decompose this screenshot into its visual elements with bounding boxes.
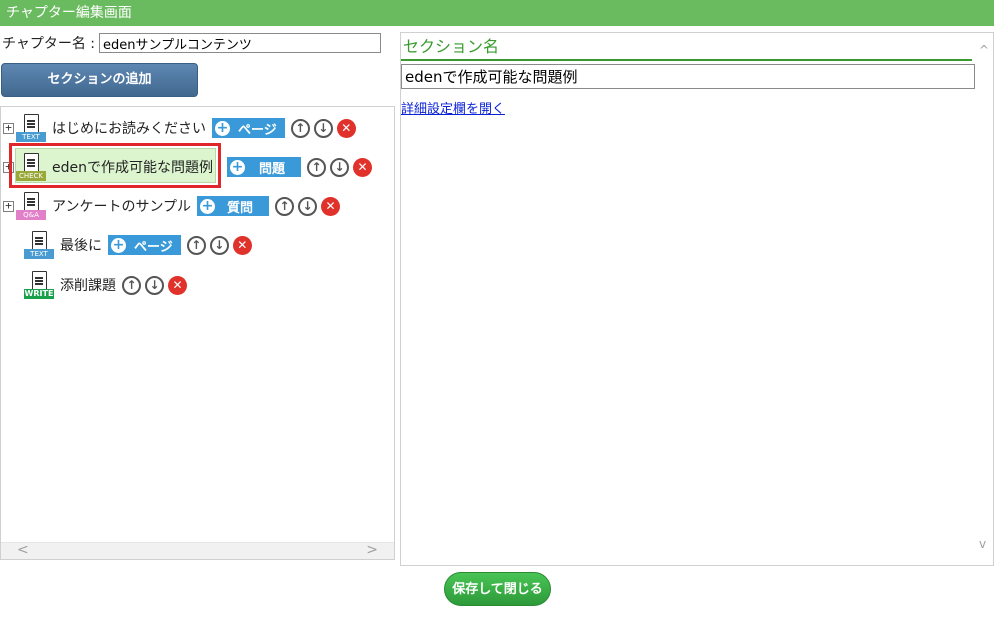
expand-icon[interactable]: + xyxy=(3,200,14,212)
move-up-icon[interactable]: ↑ xyxy=(122,275,141,295)
icon-tag: TEXT xyxy=(24,249,54,259)
text-doc-icon: TEXT xyxy=(24,231,54,259)
add-page-button[interactable]: + ページ xyxy=(108,235,181,255)
write-doc-icon: WRITE xyxy=(24,271,54,299)
add-button-label: ページ xyxy=(134,239,173,255)
icon-tag: CHECK xyxy=(16,171,46,181)
tree-item-label[interactable]: 添削課題 xyxy=(60,275,116,295)
qa-doc-icon: Q&A xyxy=(16,192,46,220)
tree-item-label[interactable]: アンケートのサンプル xyxy=(52,196,191,216)
icon-tag: WRITE xyxy=(24,289,54,299)
section-name-input[interactable] xyxy=(401,64,975,89)
scroll-up-icon[interactable]: ^ xyxy=(979,43,989,57)
delete-icon[interactable]: ✕ xyxy=(321,196,341,216)
move-up-icon[interactable]: ↑ xyxy=(307,157,327,177)
tree-item: WRITE 添削課題 ↑ ↓ ✕ xyxy=(24,270,187,300)
add-question-button[interactable]: + 問題 xyxy=(227,157,302,177)
add-button-label: 質問 xyxy=(227,200,254,216)
move-up-icon[interactable]: ↑ xyxy=(186,235,206,255)
tree-item-selected: + CHECK edenで作成可能な問題例 + 問題 ↑ ↓ ✕ xyxy=(3,152,373,182)
move-down-icon[interactable]: ↓ xyxy=(313,118,333,138)
vertical-scrollbar[interactable]: ^ v xyxy=(976,33,993,565)
tree-item-label[interactable]: はじめにお読みください xyxy=(52,118,206,138)
tree-item: + Q&A アンケートのサンプル + 質問 ↑ ↓ ✕ xyxy=(3,191,341,221)
section-detail-panel: セクション名 詳細設定欄を開く ^ v xyxy=(400,32,994,566)
tree-item: TEXT 最後に + ページ ↑ ↓ ✕ xyxy=(24,230,252,260)
chapter-name-label: チャプター名 : xyxy=(2,36,96,52)
scroll-right-icon[interactable]: > xyxy=(366,542,378,558)
move-up-icon[interactable]: ↑ xyxy=(275,196,295,216)
plus-icon: + xyxy=(111,236,126,253)
plus-icon: + xyxy=(200,197,216,214)
plus-icon: + xyxy=(230,158,245,175)
scroll-left-icon[interactable]: < xyxy=(17,542,29,558)
add-section-button[interactable]: セクションの追加 xyxy=(1,63,198,97)
move-down-icon[interactable]: ↓ xyxy=(330,157,350,177)
icon-tag: Q&A xyxy=(16,210,46,220)
add-page-button[interactable]: + ページ xyxy=(212,118,285,138)
text-doc-icon: TEXT xyxy=(16,114,46,142)
expand-icon[interactable]: + xyxy=(3,161,14,173)
move-down-icon[interactable]: ↓ xyxy=(298,196,318,216)
save-and-close-button[interactable]: 保存して閉じる xyxy=(444,572,551,606)
horizontal-scrollbar[interactable]: < > xyxy=(1,542,394,559)
scroll-down-icon[interactable]: v xyxy=(979,537,986,551)
tree-item-label[interactable]: edenで作成可能な問題例 xyxy=(52,157,213,177)
delete-icon[interactable]: ✕ xyxy=(168,275,187,295)
move-up-icon[interactable]: ↑ xyxy=(290,118,310,138)
tree-item-label[interactable]: 最後に xyxy=(60,235,102,255)
tree-item: + TEXT はじめにお読みください + ページ ↑ ↓ ✕ xyxy=(3,113,356,143)
open-details-link[interactable]: 詳細設定欄を開く xyxy=(401,98,505,117)
add-button-label: ページ xyxy=(238,122,277,138)
plus-icon: + xyxy=(215,119,230,136)
delete-icon[interactable]: ✕ xyxy=(232,235,252,255)
delete-icon[interactable]: ✕ xyxy=(353,157,373,177)
move-down-icon[interactable]: ↓ xyxy=(209,235,229,255)
add-question-button[interactable]: + 質問 xyxy=(197,196,270,216)
check-doc-icon: CHECK xyxy=(16,153,46,181)
chapter-name-row: チャプター名 : xyxy=(2,32,382,54)
section-heading: セクション名 xyxy=(401,35,972,61)
expand-icon[interactable]: + xyxy=(3,122,14,134)
delete-icon[interactable]: ✕ xyxy=(336,118,356,138)
window-title: チャプター編集画面 xyxy=(0,0,994,26)
chapter-name-input[interactable] xyxy=(99,33,382,53)
move-down-icon[interactable]: ↓ xyxy=(145,275,164,295)
add-button-label: 問題 xyxy=(259,161,286,177)
icon-tag: TEXT xyxy=(16,132,46,142)
